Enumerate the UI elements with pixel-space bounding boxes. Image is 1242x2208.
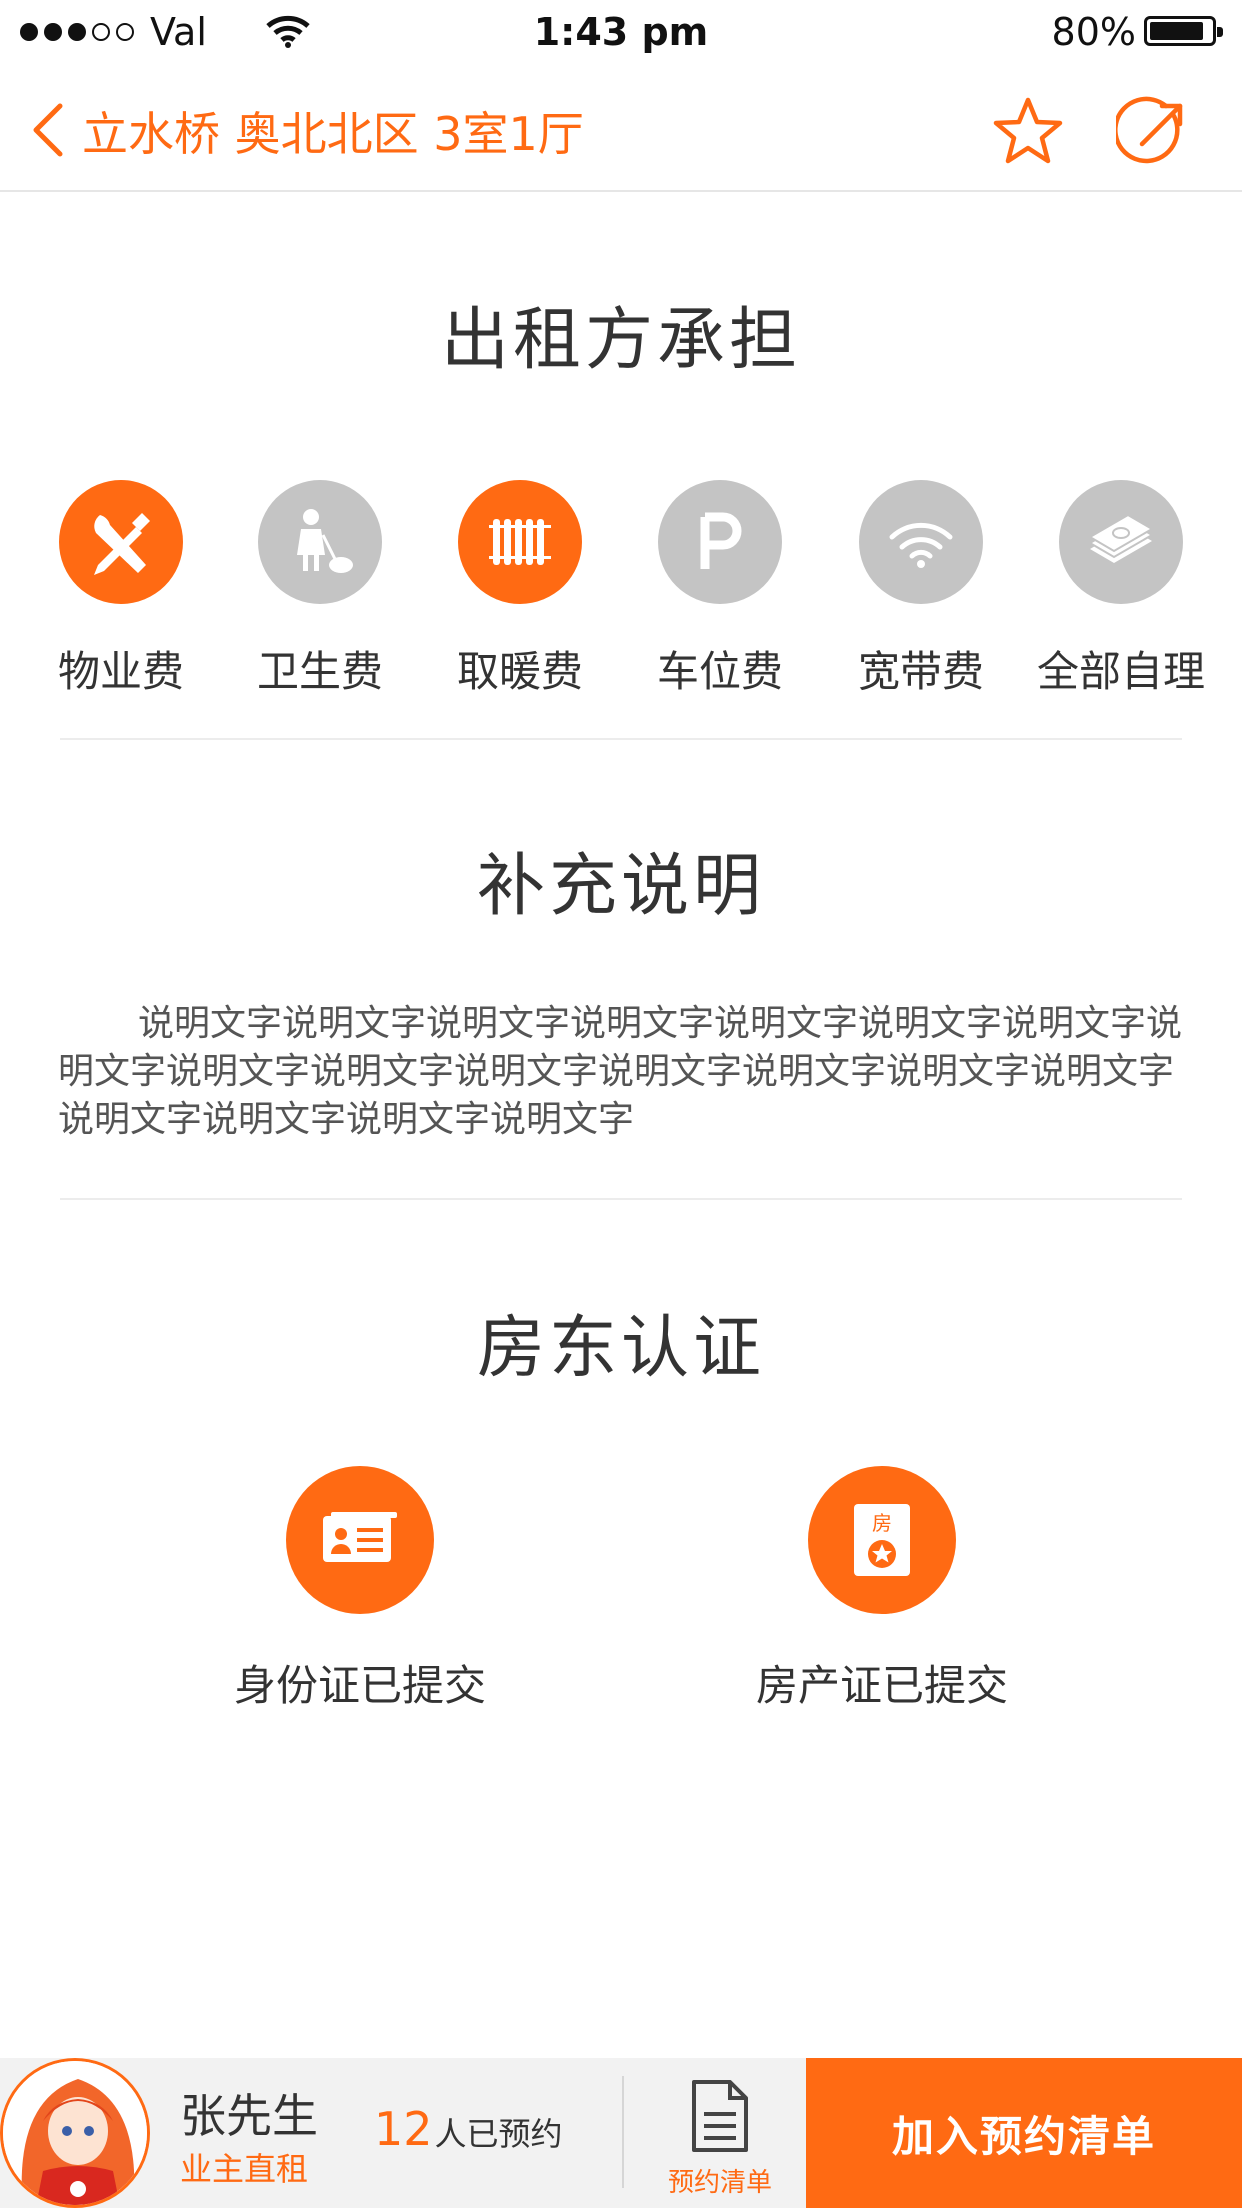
id-card-icon — [286, 1466, 434, 1614]
favorite-star-icon[interactable] — [990, 94, 1066, 170]
fee-item-property: 物业费 — [31, 480, 211, 699]
cert-item-id-card: 身份证已提交 — [180, 1466, 540, 1713]
fee-label: 卫生费 — [256, 647, 383, 696]
fee-label: 取暖费 — [456, 647, 583, 696]
fee-item-all-self-managed: 全部自理 — [1031, 480, 1211, 699]
bottom-bar-separator — [622, 2076, 624, 2188]
cert-item-property-deed: 房 房产证已提交 — [702, 1466, 1062, 1713]
battery-percent: 80% — [1051, 10, 1136, 54]
cleaner-icon — [258, 480, 382, 604]
owner-tag: 业主直租 — [180, 2150, 309, 2188]
fee-item-cleaning: 卫生费 — [230, 480, 410, 699]
owner-name: 张先生 — [180, 2089, 318, 2143]
owner-avatar[interactable] — [0, 2058, 150, 2208]
fee-item-heating: 取暖费 — [430, 480, 610, 699]
document-icon — [692, 2080, 748, 2152]
appointment-count-suffix: 人已预约 — [434, 2115, 563, 2153]
fees-section-title: 出租方承担 — [440, 301, 801, 380]
cert-label: 房产证已提交 — [755, 1661, 1008, 1710]
status-bar: Val 1:43 pm 80% — [0, 0, 1242, 62]
appointment-list-button[interactable]: 预约清单 — [640, 2058, 800, 2208]
appointment-count-number: 12 — [374, 2102, 433, 2156]
share-icon[interactable] — [1116, 94, 1192, 170]
deed-icon-text: 房 — [872, 1511, 892, 1535]
add-to-appointment-list-button[interactable]: 加入预约清单 — [806, 2058, 1242, 2208]
fee-item-broadband: 宽带费 — [831, 480, 1011, 699]
money-icon — [1059, 480, 1183, 604]
battery-icon — [1144, 16, 1223, 46]
fee-label: 车位费 — [656, 647, 783, 696]
appointment-list-label: 预约清单 — [667, 2168, 772, 2198]
wifi-icon — [859, 480, 983, 604]
notes-section-title: 补充说明 — [476, 847, 765, 926]
section-divider — [60, 738, 1182, 740]
page-title: 立水桥 奥北北区 3室1厅 — [82, 107, 584, 161]
cert-label: 身份证已提交 — [233, 1661, 486, 1710]
radiator-icon — [458, 480, 582, 604]
fee-label: 全部自理 — [1036, 647, 1205, 696]
wrench-screwdriver-icon — [59, 480, 183, 604]
fee-label: 宽带费 — [857, 647, 984, 696]
fee-list: 物业费 卫生费 取暖费 车位费 宽带费 全部自理 — [0, 480, 1242, 700]
fee-item-parking: 车位费 — [630, 480, 810, 699]
notes-text: 说明文字说明文字说明文字说明文字说明文字说明文字说明文字说明文字说明文字说明文字… — [58, 1003, 1183, 1140]
appointment-count: 12人已预约 — [374, 2102, 563, 2156]
section-divider — [60, 1198, 1182, 1200]
bottom-action-bar: 张先生 业主直租 12人已预约 预约清单 加入预约清单 — [0, 2058, 1242, 2208]
fee-label: 物业费 — [57, 647, 184, 696]
back-chevron-icon[interactable] — [28, 100, 68, 160]
certification-section-title: 房东认证 — [476, 1309, 765, 1388]
parking-icon — [658, 480, 782, 604]
property-deed-icon: 房 — [808, 1466, 956, 1614]
navigation-bar: 立水桥 奥北北区 3室1厅 — [0, 62, 1242, 192]
